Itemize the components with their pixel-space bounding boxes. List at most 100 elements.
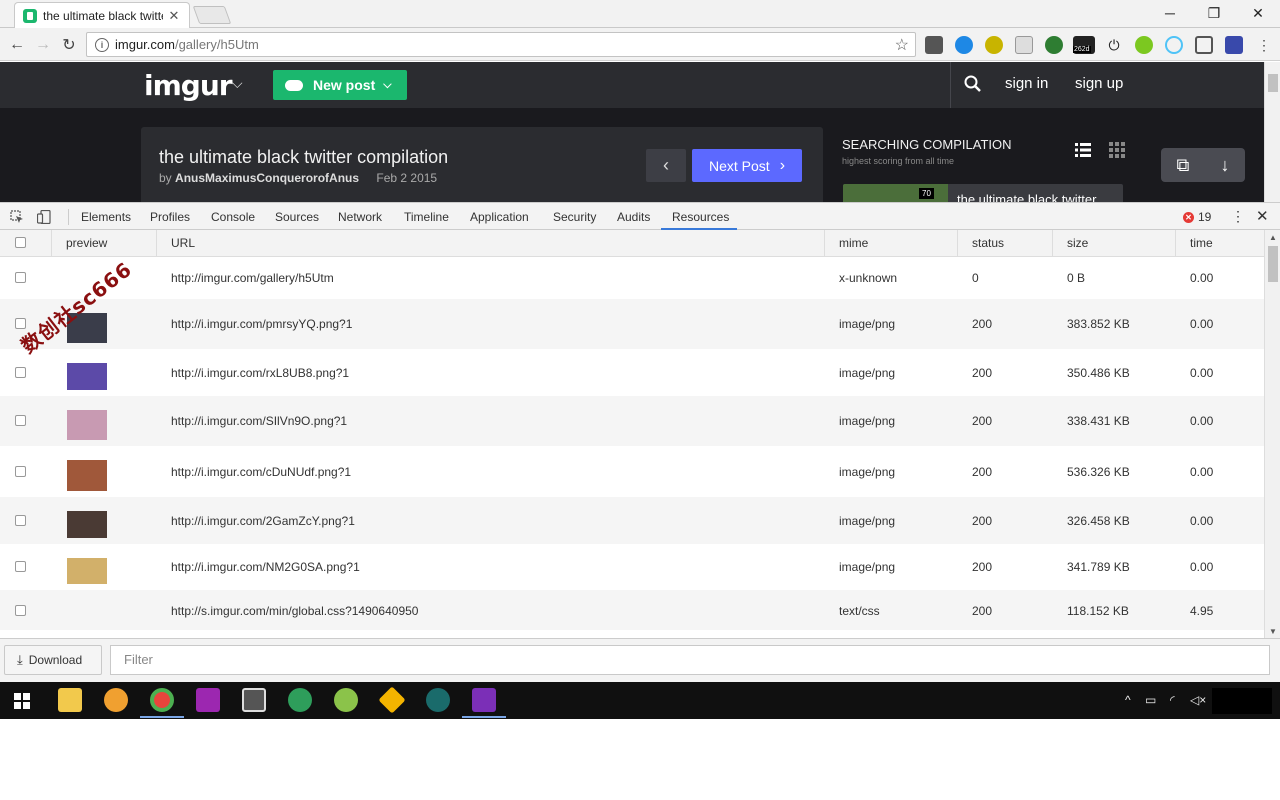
- error-counter[interactable]: ✕ 19: [1183, 210, 1211, 224]
- table-row[interactable]: http://s.imgur.com/min/global.css?149064…: [0, 590, 1264, 630]
- search-icon[interactable]: [963, 74, 983, 94]
- wifi-icon[interactable]: ◜: [1170, 693, 1175, 707]
- minimize-icon[interactable]: ─: [1148, 0, 1192, 26]
- row-checkbox[interactable]: [15, 415, 26, 426]
- browser-tab[interactable]: the ultimate black twitter compilation ✕: [14, 2, 190, 28]
- row-checkbox[interactable]: [15, 367, 26, 378]
- table-row[interactable]: http://i.imgur.com/pmrsyYQ.png?1 image/pn…: [0, 299, 1264, 349]
- extension-lime-icon[interactable]: [1135, 36, 1153, 54]
- table-scrollbar[interactable]: ▲ ▼: [1264, 230, 1280, 638]
- tab-elements[interactable]: Elements: [81, 210, 131, 224]
- battery-icon[interactable]: ▭: [1145, 693, 1156, 707]
- file-explorer-icon[interactable]: [58, 688, 82, 712]
- clock-area[interactable]: [1212, 688, 1272, 714]
- tab-sources[interactable]: Sources: [275, 210, 319, 224]
- devtools-close-icon[interactable]: ✕: [1256, 207, 1269, 225]
- table-row[interactable]: http://i.imgur.com/cDuNUdf.png?1 image/pn…: [0, 446, 1264, 497]
- tab-network[interactable]: Network: [338, 210, 382, 224]
- sublime-icon[interactable]: [242, 688, 266, 712]
- phpstorm-icon[interactable]: [472, 688, 496, 712]
- down-arrow-icon[interactable]: ↓: [1220, 155, 1229, 176]
- window-close-icon[interactable]: ✕: [1236, 0, 1280, 26]
- tab-application[interactable]: Application: [470, 210, 529, 224]
- mail-extension-icon[interactable]: [1015, 36, 1033, 54]
- row-url[interactable]: http://i.imgur.com/SIlVn9O.png?1: [171, 414, 347, 428]
- column-url[interactable]: URL: [156, 230, 824, 257]
- globe-app-icon[interactable]: [288, 688, 312, 712]
- table-row[interactable]: http://i.imgur.com/SIlVn9O.png?1 image/pn…: [0, 396, 1264, 446]
- tray-chevron-icon[interactable]: ^: [1125, 693, 1131, 707]
- post-author-link[interactable]: AnusMaximusConquerorofAnus: [175, 171, 359, 185]
- table-row[interactable]: http://i.imgur.com/2GamZcY.png?1 image/pn…: [0, 497, 1264, 544]
- tab-console[interactable]: Console: [211, 210, 255, 224]
- forward-arrow-icon[interactable]: →: [32, 34, 54, 56]
- extension-wave-icon[interactable]: [1165, 36, 1183, 54]
- filter-input[interactable]: Filter: [110, 645, 1270, 675]
- reload-icon[interactable]: ↻: [58, 34, 80, 56]
- chrome-taskbar-icon[interactable]: [150, 688, 174, 712]
- windows-start-icon[interactable]: [14, 693, 30, 709]
- address-bar[interactable]: i imgur.com /gallery/h5Utm ☆: [86, 32, 916, 57]
- row-url[interactable]: http://i.imgur.com/cDuNUdf.png?1: [171, 465, 351, 479]
- new-post-button[interactable]: New post ⌵: [273, 70, 407, 100]
- table-row[interactable]: http://i.imgur.com/NM2G0SA.png?1 image/pn…: [0, 544, 1264, 590]
- row-checkbox[interactable]: [15, 466, 26, 477]
- chevron-down-icon[interactable]: ⌵: [232, 75, 243, 92]
- more-options-icon[interactable]: ⋮: [1231, 208, 1245, 225]
- column-mime[interactable]: mime: [824, 230, 957, 257]
- tab-close-icon[interactable]: ✕: [167, 8, 181, 24]
- previous-post-button[interactable]: ‹: [646, 149, 686, 182]
- column-status[interactable]: status: [957, 230, 1052, 257]
- scroll-down-icon[interactable]: ▼: [1269, 627, 1277, 636]
- pocket-extension-icon[interactable]: [925, 36, 943, 54]
- table-row[interactable]: http://imgur.com/gallery/h5Utm x-unknown 0…: [0, 257, 1264, 299]
- table-row[interactable]: http://i.imgur.com/rxL8UB8.png?1 image/pn…: [0, 349, 1264, 396]
- select-all-checkbox[interactable]: [15, 237, 26, 248]
- page-scrollbar-thumb[interactable]: [1268, 74, 1278, 92]
- grid-view-icon[interactable]: [1109, 142, 1125, 158]
- volume-muted-icon[interactable]: ◁×: [1190, 693, 1206, 707]
- info-icon[interactable]: i: [95, 37, 109, 52]
- row-checkbox[interactable]: [15, 561, 26, 572]
- row-url[interactable]: http://i.imgur.com/rxL8UB8.png?1: [171, 366, 349, 380]
- extension-blue-icon[interactable]: [955, 36, 973, 54]
- row-url[interactable]: http://i.imgur.com/2GamZcY.png?1: [171, 514, 355, 528]
- resize-icon[interactable]: ⧉: [1177, 155, 1190, 176]
- table-scrollbar-thumb[interactable]: [1268, 246, 1278, 282]
- row-checkbox[interactable]: [15, 605, 26, 616]
- tab-security[interactable]: Security: [553, 210, 596, 224]
- power-extension-icon[interactable]: ⏻: [1105, 36, 1123, 54]
- jetbrains-icon[interactable]: [196, 688, 220, 712]
- cast-icon[interactable]: [1195, 36, 1213, 54]
- sidebar-post-item[interactable]: 70 the ultimate black twitter: [843, 184, 1123, 202]
- download-button[interactable]: ⤓ Download: [4, 645, 102, 675]
- row-url[interactable]: http://imgur.com/gallery/h5Utm: [171, 271, 334, 285]
- new-tab-button[interactable]: [192, 6, 232, 24]
- scroll-up-icon[interactable]: ▲: [1269, 233, 1277, 242]
- page-scrollbar[interactable]: [1264, 62, 1280, 202]
- column-size[interactable]: size: [1052, 230, 1175, 257]
- inspect-element-icon[interactable]: [10, 210, 24, 224]
- sign-in-link[interactable]: sign in: [1005, 75, 1048, 92]
- row-url[interactable]: http://i.imgur.com/pmrsyYQ.png?1: [171, 317, 352, 331]
- app-orange-icon[interactable]: [104, 688, 128, 712]
- sign-up-link[interactable]: sign up: [1075, 75, 1123, 92]
- tab-timeline[interactable]: Timeline: [404, 210, 449, 224]
- starwars-extension-icon[interactable]: 262d: [1073, 36, 1095, 54]
- tab-profiles[interactable]: Profiles: [150, 210, 190, 224]
- back-arrow-icon[interactable]: ←: [6, 34, 28, 56]
- gitkraken-icon[interactable]: [426, 688, 450, 712]
- android-studio-icon[interactable]: [334, 688, 358, 712]
- sidebar-subheading[interactable]: highest scoring from all time: [842, 156, 954, 166]
- restore-icon[interactable]: ❐: [1192, 0, 1236, 26]
- extension-green-icon[interactable]: [1045, 36, 1063, 54]
- device-toolbar-icon[interactable]: [37, 210, 51, 224]
- list-view-icon[interactable]: [1075, 142, 1091, 158]
- tab-audits[interactable]: Audits: [617, 210, 650, 224]
- row-url[interactable]: http://i.imgur.com/NM2G0SA.png?1: [171, 560, 360, 574]
- bookmark-star-icon[interactable]: ☆: [895, 35, 909, 55]
- row-url[interactable]: http://s.imgur.com/min/global.css?149064…: [171, 604, 418, 618]
- extension-indigo-icon[interactable]: [1225, 36, 1243, 54]
- row-checkbox[interactable]: [15, 515, 26, 526]
- next-post-button[interactable]: Next Post ›: [692, 149, 802, 182]
